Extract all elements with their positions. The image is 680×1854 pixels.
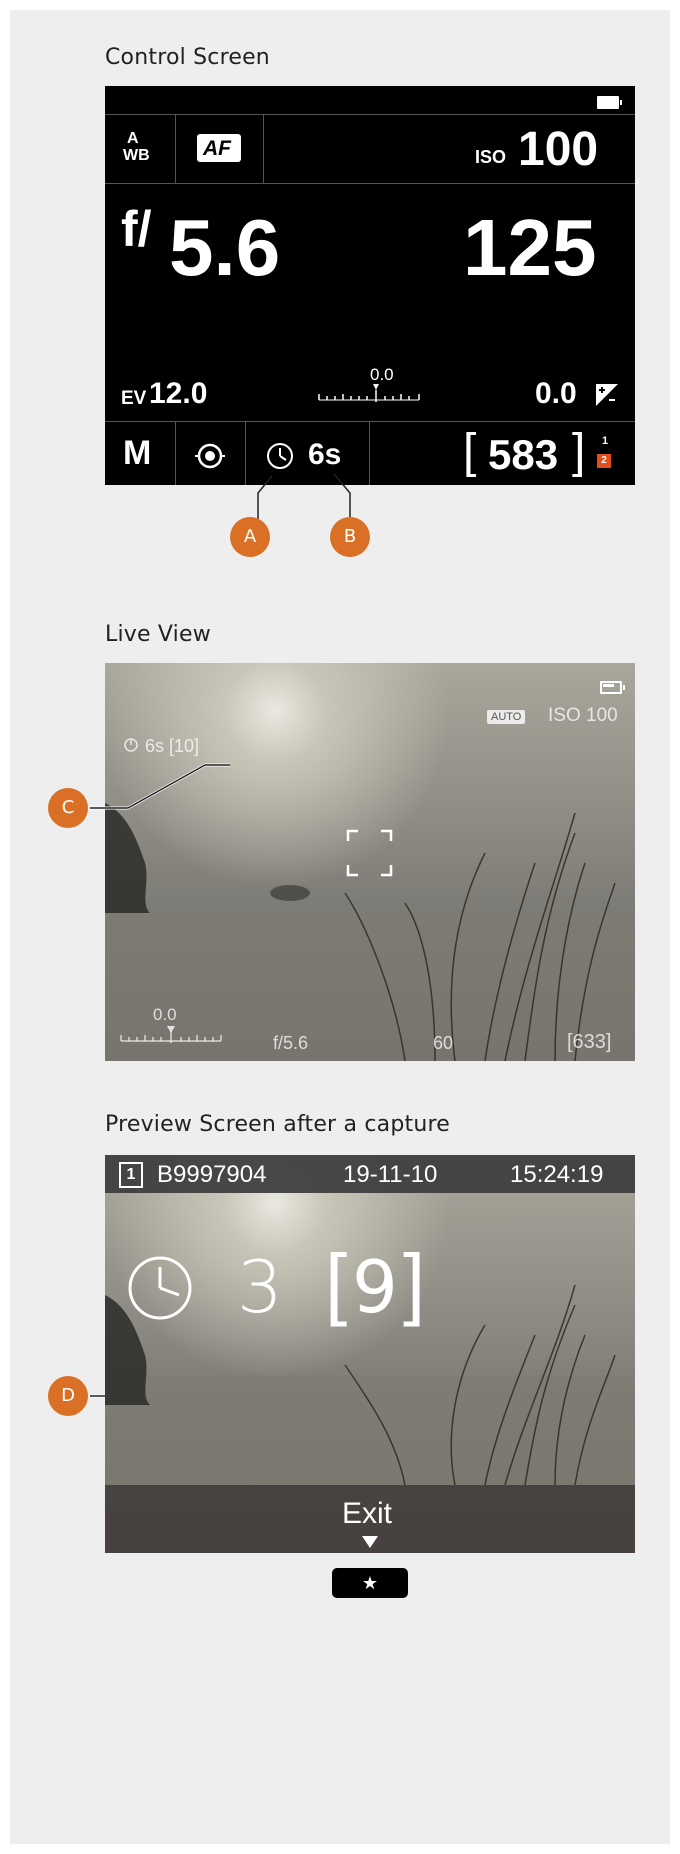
card-slot-badge: 1 <box>119 1162 143 1188</box>
exit-label[interactable]: Exit <box>342 1499 392 1529</box>
down-arrow-icon <box>362 1536 378 1548</box>
callout-d: D <box>48 1376 88 1416</box>
preview-screen: 1 B9997904 19-11-10 15:24:19 3 [ 9 ] Exi… <box>105 1155 635 1553</box>
capture-date: 19-11-10 <box>343 1161 438 1188</box>
self-timer-icon <box>128 1256 192 1320</box>
file-name: B9997904 <box>157 1161 267 1188</box>
bracket-open: [ <box>325 1238 348 1327</box>
preview-screen-title: Preview Screen after a capture <box>105 1112 450 1137</box>
callout-c: C <box>48 788 88 828</box>
bracket-close: ] <box>403 1238 426 1327</box>
landscape-scenery <box>105 1284 635 1553</box>
timer-countdown: 3 <box>237 1245 283 1329</box>
star-button[interactable]: ★ <box>332 1568 408 1598</box>
capture-time: 15:24:19 <box>510 1161 604 1188</box>
total-frames: 9 <box>352 1245 398 1329</box>
